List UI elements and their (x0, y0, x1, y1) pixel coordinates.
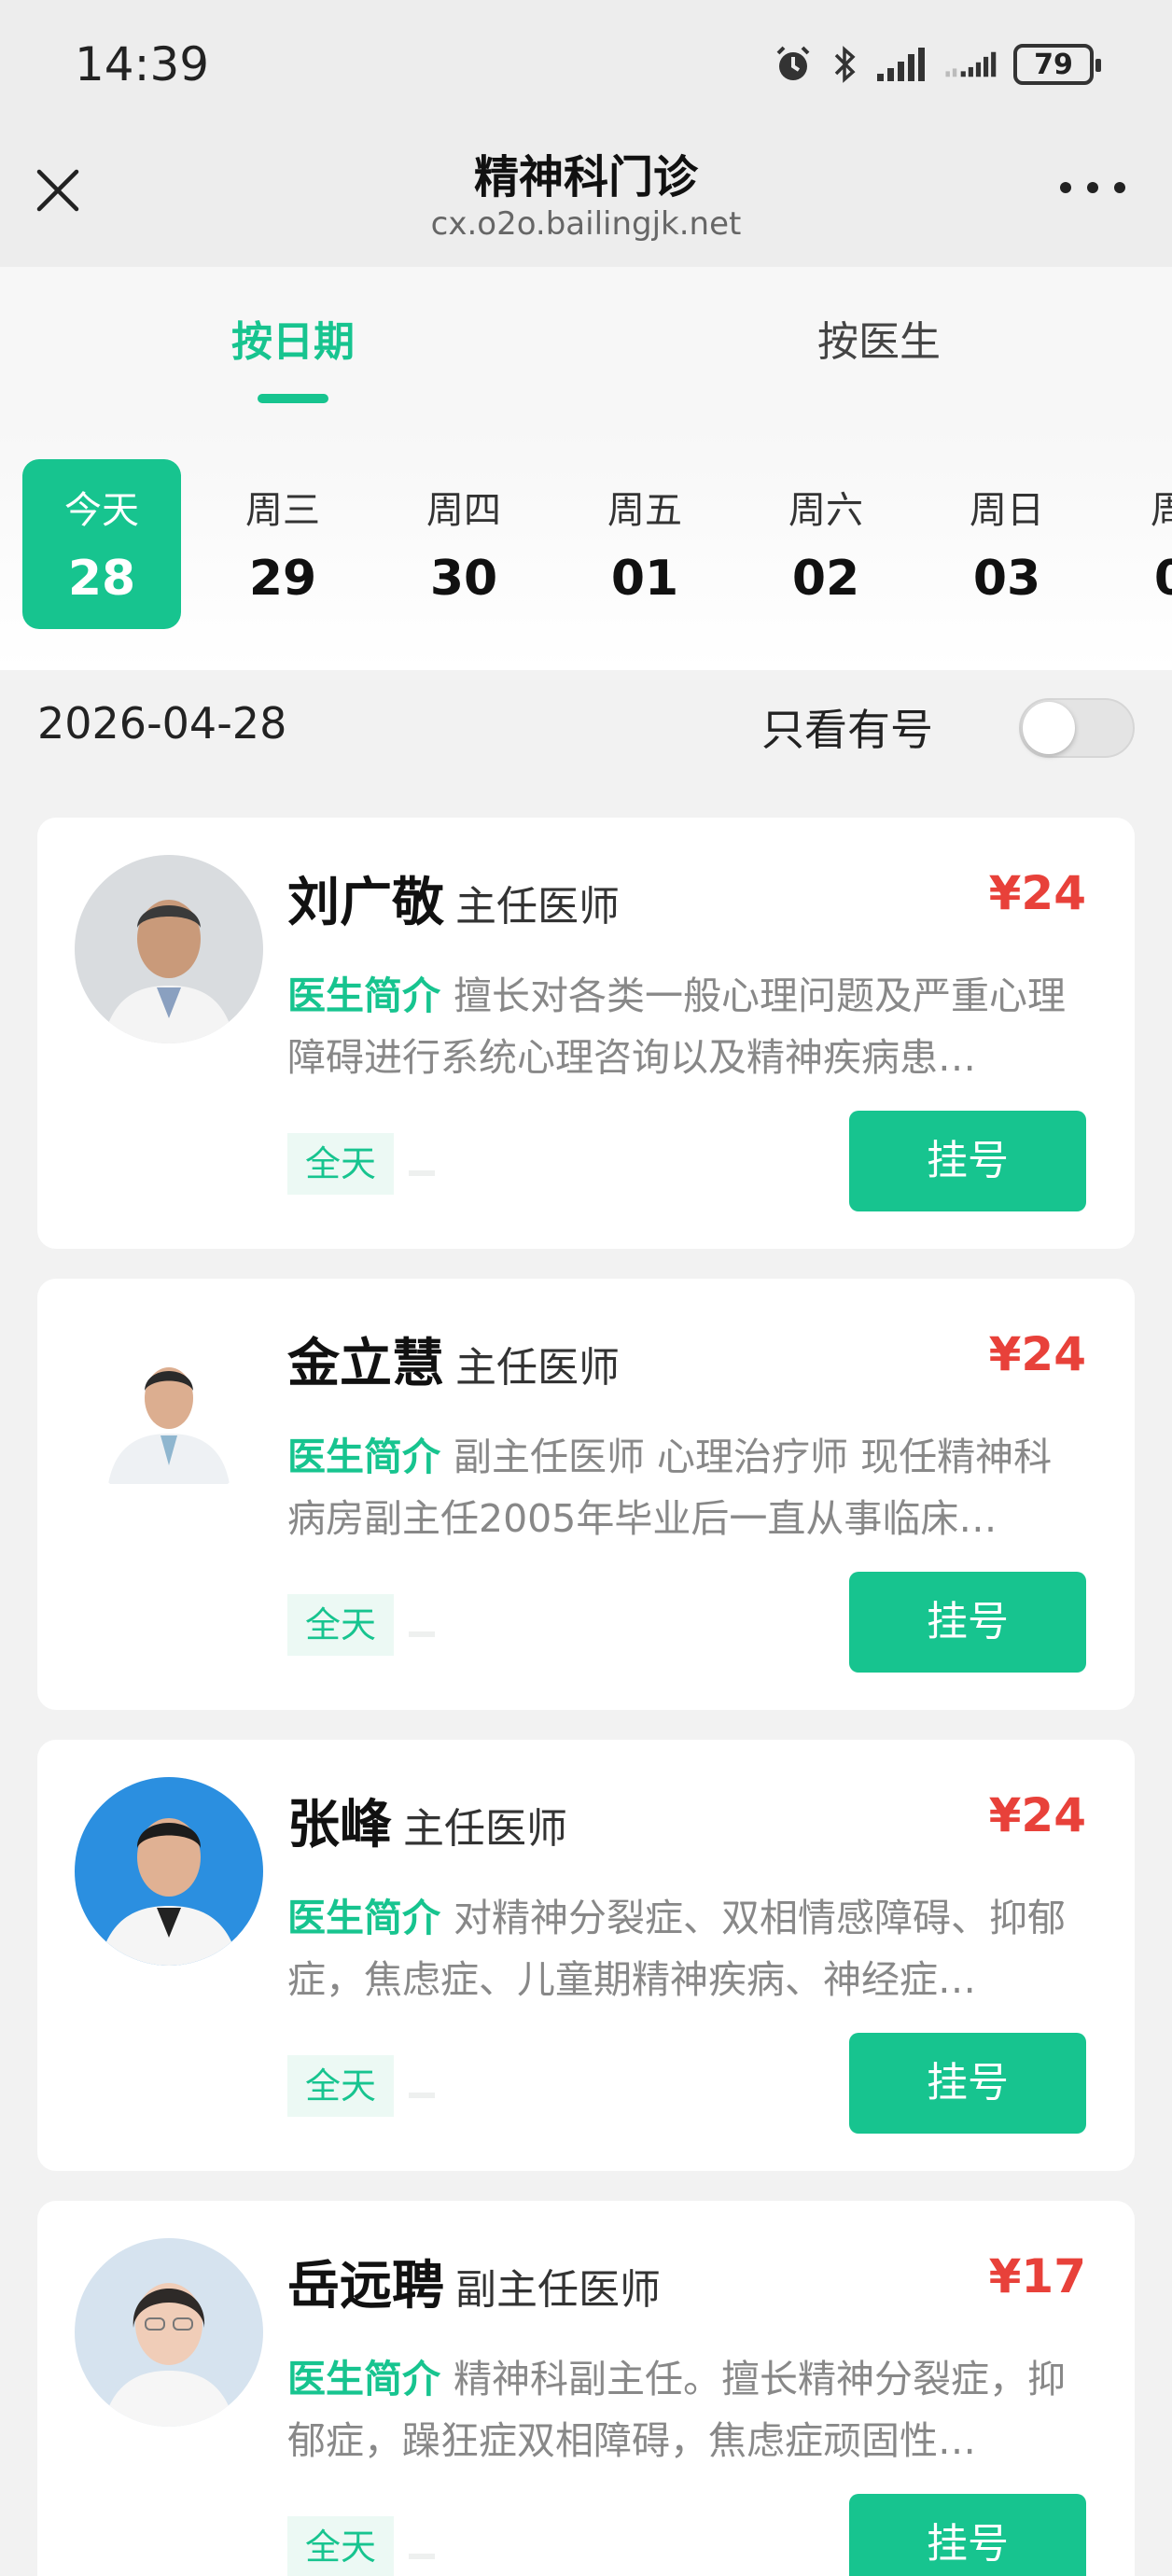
slot-divider (409, 2554, 435, 2559)
day-date: 30 (429, 551, 498, 607)
register-button[interactable]: 挂号 (849, 2033, 1086, 2134)
status-icons: 79 (773, 41, 1101, 88)
intro-label: 医生简介 (287, 1896, 440, 1940)
doctor-card[interactable]: 金立慧 主任医师 ¥24 医生简介 副主任医师 心理治疗师 现任精神科病房副主任20… (37, 1279, 1135, 1710)
day-item[interactable]: 周日 03 (928, 459, 1086, 629)
doctor-name: 刘广敬 主任医师 (287, 861, 620, 936)
day-date: 29 (248, 551, 317, 607)
doctor-avatar (75, 1316, 263, 1505)
doctor-name: 张峰 主任医师 (287, 1783, 567, 1858)
price: ¥24 (988, 1327, 1086, 1381)
more-icon[interactable] (1060, 174, 1125, 202)
battery-level: 79 (1034, 48, 1073, 81)
doctor-name-text: 金立慧 (287, 1334, 444, 1394)
slot-divider (409, 2093, 435, 2098)
doctor-title: 主任医师 (455, 883, 620, 931)
register-button[interactable]: 挂号 (849, 2494, 1086, 2576)
day-weekday: 今天 (64, 489, 139, 532)
page-url: cx.o2o.bailingjk.net (430, 205, 742, 243)
day-weekday: 周一 (1151, 489, 1172, 532)
day-item[interactable]: 周四 30 (384, 459, 543, 629)
status-time: 14:39 (75, 37, 210, 91)
doctor-avatar (75, 1777, 263, 1966)
doctor-name: 金立慧 主任医师 (287, 1322, 620, 1397)
current-date: 2026-04-28 (37, 698, 287, 749)
register-button[interactable]: 挂号 (849, 1111, 1086, 1211)
battery-icon: 79 (1013, 44, 1101, 85)
price: ¥24 (988, 866, 1086, 920)
intro-label: 医生简介 (287, 1435, 440, 1479)
day-item[interactable]: 周五 01 (565, 459, 724, 629)
day-date: 01 (610, 551, 679, 607)
tab-bar: 按日期 按医生 (0, 267, 1172, 427)
alarm-icon (776, 46, 810, 80)
intro-label: 医生简介 (287, 973, 440, 1018)
title-bar: 精神科门诊 cx.o2o.bailingjk.net (0, 133, 1172, 267)
day-date: 04 (1153, 551, 1172, 607)
doctor-name-text: 岳远聘 (287, 2256, 444, 2317)
filter-row: 2026-04-28 只看有号 (0, 670, 1172, 788)
slot-tag: 全天 (287, 2055, 394, 2117)
status-bar: 14:39 79 (0, 0, 1172, 133)
doctor-card[interactable]: 刘广敬 主任医师 ¥24 医生简介 擅长对各类一般心理问题及严重心理障碍进行系统心理… (37, 818, 1135, 1249)
doctor-intro: 医生简介 对精神分裂症、双相情感障碍、抑郁症，焦虑症、儿童期精神疾病、神经症… (287, 1887, 1090, 2010)
day-date: 03 (972, 551, 1041, 607)
day-weekday: 周四 (426, 489, 501, 532)
toggle-knob (1023, 702, 1075, 754)
tab-by-doctor[interactable]: 按医生 (739, 308, 1019, 368)
day-weekday: 周日 (970, 489, 1044, 532)
slot-tag: 全天 (287, 2516, 394, 2576)
tab-indicator (258, 394, 328, 403)
doctor-title: 主任医师 (403, 1805, 567, 1853)
day-weekday: 周五 (607, 489, 682, 532)
doctor-title: 副主任医师 (455, 2266, 661, 2314)
tab-by-date[interactable]: 按日期 (153, 308, 433, 368)
date-strip[interactable]: 今天 28 周三 29 周四 30 周五 01 周六 02 周日 03 周一 0… (0, 427, 1172, 670)
doctor-name: 岳远聘 副主任医师 (287, 2244, 661, 2319)
day-weekday: 周六 (788, 489, 863, 532)
page-title: 精神科门诊 (473, 151, 698, 203)
day-item-today[interactable]: 今天 28 (22, 459, 181, 629)
slot-divider (409, 1170, 435, 1176)
day-item[interactable]: 周一 04 (1109, 459, 1172, 629)
day-weekday: 周三 (245, 489, 320, 532)
doctor-intro: 医生简介 精神科副主任。擅长精神分裂症，抑郁症，躁狂症双相障碍，焦虑症顽固性… (287, 2348, 1090, 2471)
day-date: 02 (791, 551, 860, 607)
day-date: 28 (67, 551, 136, 607)
doctor-name-text: 刘广敬 (287, 873, 444, 933)
only-available-toggle[interactable] (1019, 698, 1135, 758)
only-available-label: 只看有号 (761, 705, 933, 755)
doctor-card[interactable]: 张峰 主任医师 ¥24 医生简介 对精神分裂症、双相情感障碍、抑郁症，焦虑症、儿童期… (37, 1740, 1135, 2171)
slot-tag: 全天 (287, 1594, 394, 1656)
price: ¥17 (988, 2249, 1086, 2303)
doctor-title: 主任医师 (455, 1344, 620, 1392)
bluetooth-icon (834, 46, 856, 83)
slot-divider (409, 1631, 435, 1637)
register-button[interactable]: 挂号 (849, 1572, 1086, 1673)
signal-icon (877, 48, 925, 81)
day-item[interactable]: 周六 02 (746, 459, 905, 629)
signal-icon-2 (945, 51, 997, 77)
doctor-avatar (75, 855, 263, 1043)
doctor-avatar (75, 2238, 263, 2427)
doctor-intro: 医生简介 擅长对各类一般心理问题及严重心理障碍进行系统心理咨询以及精神疾病患… (287, 965, 1090, 1088)
doctor-card[interactable]: 岳远聘 副主任医师 ¥17 医生简介 精神科副主任。擅长精神分裂症，抑郁症，躁狂症双… (37, 2201, 1135, 2576)
doctor-name-text: 张峰 (287, 1795, 392, 1855)
day-item[interactable]: 周三 29 (203, 459, 362, 629)
intro-label: 医生简介 (287, 2357, 440, 2401)
doctor-intro: 医生简介 副主任医师 心理治疗师 现任精神科病房副主任2005年毕业后一直从事临床… (287, 1426, 1090, 1549)
price: ¥24 (988, 1788, 1086, 1842)
slot-tag: 全天 (287, 1133, 394, 1195)
